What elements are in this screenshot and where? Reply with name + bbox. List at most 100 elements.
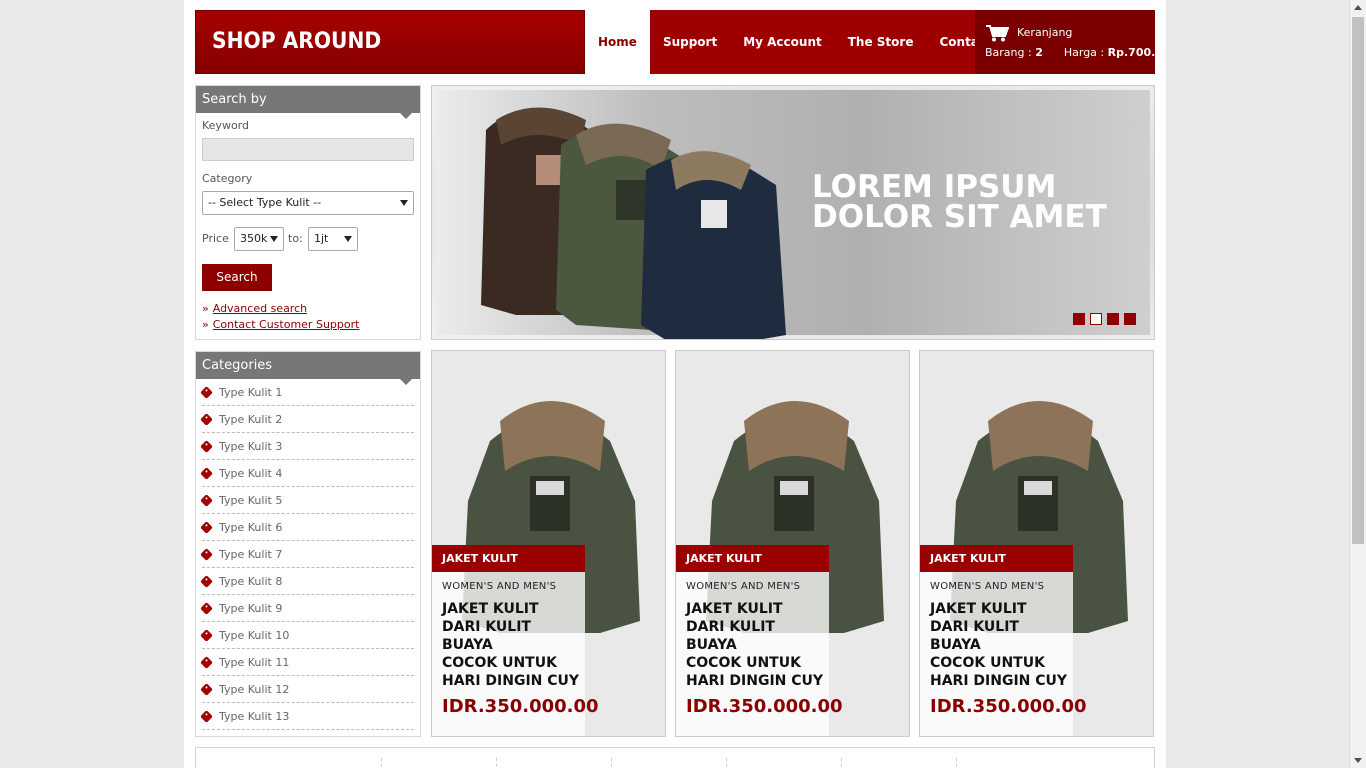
category-label[interactable]: Type Kulit 8 bbox=[219, 575, 282, 588]
keyword-label: Keyword bbox=[202, 119, 249, 132]
category-label[interactable]: Type Kulit 4 bbox=[219, 467, 282, 480]
logo[interactable]: SHOP AROUND bbox=[212, 29, 381, 54]
scroll-thumb[interactable] bbox=[1352, 17, 1364, 544]
search-button[interactable]: Search bbox=[202, 264, 272, 291]
advanced-search-text[interactable]: Advanced search bbox=[213, 302, 307, 315]
contact-support-link[interactable]: » Contact Customer Support bbox=[202, 318, 359, 331]
hero-banner[interactable]: LOREM IPSUM DOLOR SIT AMET bbox=[431, 85, 1155, 340]
price-label: Price bbox=[202, 232, 229, 245]
cart-price-label: Harga : bbox=[1063, 46, 1105, 59]
nav-the-store[interactable]: The Store bbox=[835, 10, 927, 74]
product-card[interactable]: JAKET KULIT WOMEN'S AND MEN'S JAKET KULIT … bbox=[919, 350, 1154, 737]
category-item[interactable]: Type Kulit 8 bbox=[200, 568, 414, 595]
chevron-down-icon bbox=[344, 236, 352, 242]
category-label[interactable]: Type Kulit 11 bbox=[219, 656, 289, 669]
product-tag: JAKET KULIT bbox=[920, 545, 1073, 572]
category-label[interactable]: Type Kulit 2 bbox=[219, 413, 282, 426]
tag-icon bbox=[200, 656, 213, 669]
category-item[interactable]: Type Kulit 5 bbox=[200, 487, 414, 514]
category-item[interactable]: Type Kulit 7 bbox=[200, 541, 414, 568]
category-label[interactable]: Type Kulit 1 bbox=[219, 386, 282, 399]
product-tag: JAKET KULIT bbox=[432, 545, 585, 572]
categories-heading: Categories bbox=[196, 352, 420, 385]
product-subtitle: WOMEN'S AND MEN'S bbox=[686, 581, 801, 592]
nav-my-account[interactable]: My Account bbox=[730, 10, 835, 74]
product-title[interactable]: JAKET KULIT DARI KULIT BUAYA COCOK UNTUK… bbox=[930, 600, 1090, 690]
category-label[interactable]: Type Kulit 13 bbox=[219, 710, 289, 723]
search-panel: Search by Keyword Category -- Select Typ… bbox=[195, 85, 421, 340]
price-to-select[interactable]: 1jt bbox=[308, 227, 358, 251]
search-heading-text: Search by bbox=[202, 92, 267, 107]
product-info: WOMEN'S AND MEN'S JAKET KULIT DARI KULIT … bbox=[432, 572, 599, 736]
notch-icon bbox=[400, 113, 412, 119]
product-card[interactable]: JAKET KULIT WOMEN'S AND MEN'S JAKET KULIT … bbox=[431, 350, 666, 737]
main-nav: Home Support My Account The Store Contac… bbox=[585, 10, 992, 74]
scroll-down-icon[interactable] bbox=[1354, 758, 1362, 763]
tag-icon bbox=[200, 710, 213, 723]
category-select[interactable]: -- Select Type Kulit -- bbox=[202, 191, 414, 215]
banner-background: LOREM IPSUM DOLOR SIT AMET bbox=[436, 90, 1150, 339]
nav-support[interactable]: Support bbox=[650, 10, 730, 74]
product-info: WOMEN'S AND MEN'S JAKET KULIT DARI KULIT … bbox=[676, 572, 843, 736]
category-item[interactable]: Type Kulit 11 bbox=[200, 649, 414, 676]
category-label[interactable]: Type Kulit 5 bbox=[219, 494, 282, 507]
bullet-icon: » bbox=[202, 302, 209, 315]
tag-icon bbox=[200, 467, 213, 480]
category-item[interactable]: Type Kulit 3 bbox=[200, 433, 414, 460]
logo-bar[interactable]: SHOP AROUND bbox=[195, 10, 585, 74]
category-select-value: -- Select Type Kulit -- bbox=[208, 196, 322, 209]
tag-icon bbox=[200, 575, 213, 588]
tag-icon bbox=[200, 440, 213, 453]
category-label[interactable]: Type Kulit 9 bbox=[219, 602, 282, 615]
chevron-down-icon bbox=[400, 200, 408, 206]
categories-panel: Categories Type Kulit 1 Type Kulit 2 Type … bbox=[195, 351, 421, 737]
category-item[interactable]: Type Kulit 13 bbox=[200, 703, 414, 730]
category-label[interactable]: Type Kulit 10 bbox=[219, 629, 289, 642]
product-title[interactable]: JAKET KULIT DARI KULIT BUAYA COCOK UNTUK… bbox=[442, 600, 602, 690]
vertical-scrollbar[interactable] bbox=[1349, 0, 1366, 768]
slide-dot-4[interactable] bbox=[1124, 313, 1136, 325]
brand-strip bbox=[195, 747, 1155, 768]
tag-icon bbox=[200, 602, 213, 615]
category-item[interactable]: Type Kulit 1 bbox=[200, 379, 414, 406]
category-item[interactable]: Type Kulit 12 bbox=[200, 676, 414, 703]
scroll-up-icon[interactable] bbox=[1354, 5, 1362, 10]
slide-dot-1[interactable] bbox=[1073, 313, 1085, 325]
product-title[interactable]: JAKET KULIT DARI KULIT BUAYA COCOK UNTUK… bbox=[686, 600, 846, 690]
cart-items-count: 2 bbox=[1035, 46, 1043, 59]
slide-dot-3[interactable] bbox=[1107, 313, 1119, 325]
cart-icon bbox=[986, 25, 1009, 42]
advanced-search-link[interactable]: » Advanced search bbox=[202, 302, 307, 315]
category-label[interactable]: Type Kulit 7 bbox=[219, 548, 282, 561]
keyword-input[interactable] bbox=[202, 138, 414, 161]
nav-home[interactable]: Home bbox=[585, 10, 650, 74]
banner-title: LOREM IPSUM DOLOR SIT AMET bbox=[812, 169, 1107, 235]
tag-icon bbox=[200, 494, 213, 507]
price-from-value: 350k bbox=[240, 232, 268, 245]
category-label[interactable]: Type Kulit 12 bbox=[219, 683, 289, 696]
product-price: IDR.350.000.00 bbox=[442, 696, 599, 717]
category-item[interactable]: Type Kulit 2 bbox=[200, 406, 414, 433]
product-price: IDR.350.000.00 bbox=[686, 696, 843, 717]
search-heading: Search by bbox=[196, 86, 420, 119]
category-item[interactable]: Type Kulit 6 bbox=[200, 514, 414, 541]
tag-icon bbox=[200, 386, 213, 399]
product-price: IDR.350.000.00 bbox=[930, 696, 1087, 717]
category-label[interactable]: Type Kulit 3 bbox=[219, 440, 282, 453]
category-list: Type Kulit 1 Type Kulit 2 Type Kulit 3 Type… bbox=[196, 379, 420, 730]
cart-summary[interactable]: Keranjang Barang : 2 Harga : Rp.700.000 bbox=[975, 10, 1155, 74]
category-item[interactable]: Type Kulit 9 bbox=[200, 595, 414, 622]
tag-icon bbox=[200, 629, 213, 642]
tag-icon bbox=[200, 521, 213, 534]
price-to-value: 1jt bbox=[314, 232, 329, 245]
categories-heading-text: Categories bbox=[202, 358, 273, 373]
slide-dot-2[interactable] bbox=[1090, 313, 1102, 325]
category-label[interactable]: Type Kulit 6 bbox=[219, 521, 282, 534]
product-card[interactable]: JAKET KULIT WOMEN'S AND MEN'S JAKET KULIT … bbox=[675, 350, 910, 737]
category-item[interactable]: Type Kulit 4 bbox=[200, 460, 414, 487]
category-item[interactable]: Type Kulit 10 bbox=[200, 622, 414, 649]
contact-support-text[interactable]: Contact Customer Support bbox=[213, 318, 360, 331]
cart-count-row: Barang : 2 Harga : Rp.700.000 bbox=[985, 46, 1155, 59]
product-subtitle: WOMEN'S AND MEN'S bbox=[930, 581, 1045, 592]
price-from-select[interactable]: 350k bbox=[234, 227, 284, 251]
